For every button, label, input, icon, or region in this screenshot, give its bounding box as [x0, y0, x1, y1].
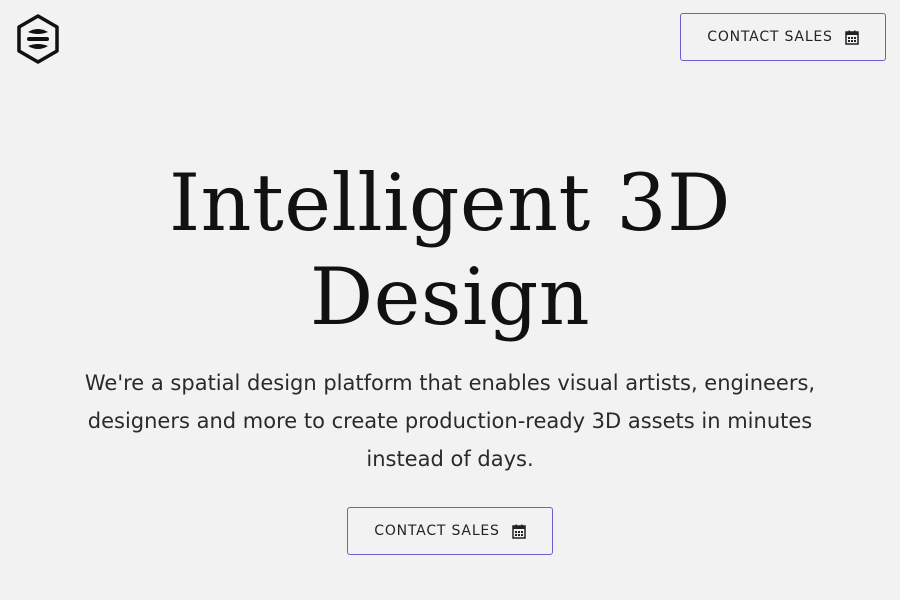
contact-sales-label: CONTACT SALES — [707, 29, 833, 45]
hexagon-layers-icon[interactable] — [16, 14, 60, 64]
hero-contact-sales-button[interactable]: CONTACT SALES — [347, 507, 553, 555]
contact-sales-label: CONTACT SALES — [374, 523, 500, 539]
header-contact-sales-button[interactable]: CONTACT SALES — [680, 13, 886, 61]
calendar-icon — [845, 30, 859, 45]
hero-description: We're a spatial design platform that ena… — [84, 371, 816, 471]
hero-headline-line-2: Design — [309, 251, 591, 343]
hero-headline: Intelligent 3D Design — [0, 156, 900, 344]
calendar-icon — [512, 524, 526, 539]
hero-headline-line-1: Intelligent 3D — [168, 157, 732, 249]
